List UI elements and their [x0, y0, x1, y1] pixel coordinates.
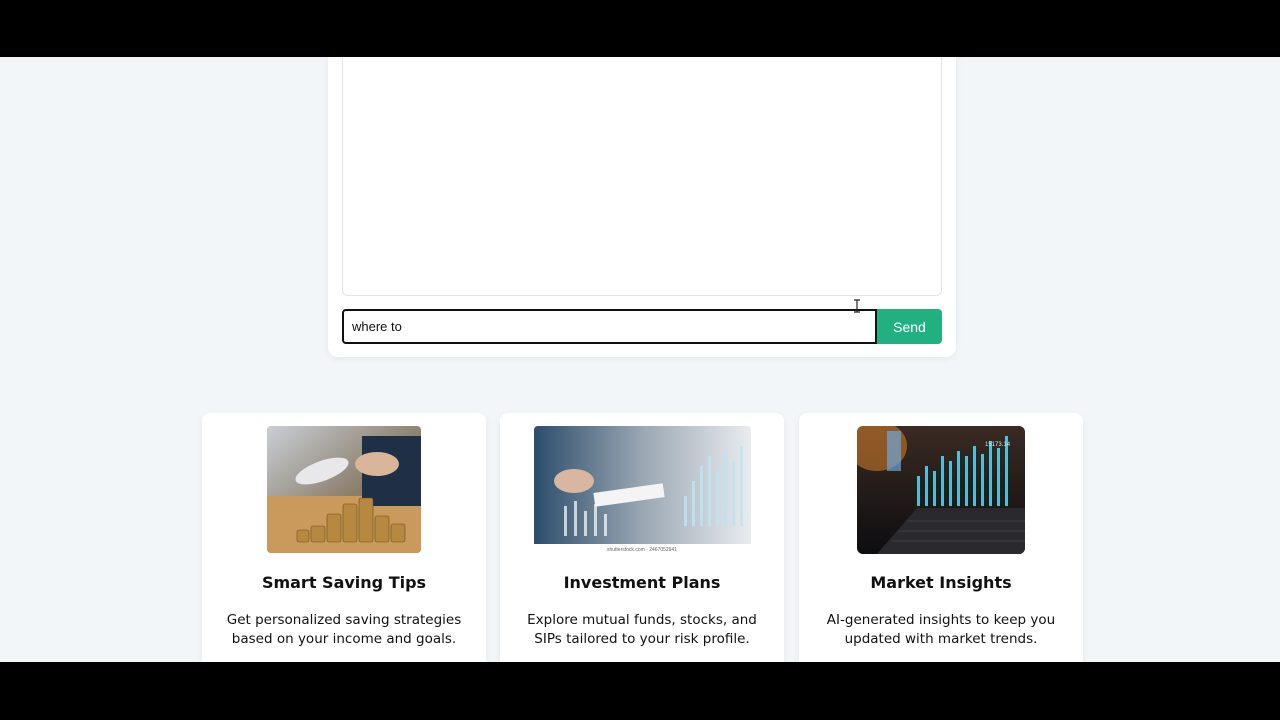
send-button[interactable]: Send	[877, 309, 942, 344]
card-investment-plans[interactable]: shutterstock.com · 2467052941 Investment…	[500, 413, 784, 662]
chat-panel: Send	[328, 57, 956, 357]
card-description: AI-generated insights to keep you update…	[826, 612, 1056, 647]
laptop-market-image: 15173.14	[857, 426, 1025, 554]
card-description: Explore mutual funds, stocks, and SIPs t…	[527, 612, 757, 647]
feature-cards: Smart Saving Tips Get personalized savin…	[202, 413, 1083, 662]
letterbox-bar-bottom	[0, 662, 1280, 720]
image-caption: shutterstock.com · 2467052941	[607, 547, 677, 553]
card-title: Investment Plans	[563, 573, 721, 592]
page-viewport: Send	[0, 57, 1280, 662]
card-description: Get personalized saving strategies based…	[226, 612, 462, 647]
laptop-market-chart-icon: 15173.14	[857, 426, 1025, 554]
card-market-insights[interactable]: 15173.14 Market Insights AI-generated in…	[799, 413, 1083, 662]
svg-text:15173.14: 15173.14	[985, 442, 1011, 448]
text-cursor-icon	[854, 299, 860, 313]
chat-input-row: Send	[342, 309, 942, 344]
coins-calculator-icon	[267, 426, 421, 553]
card-title: Smart Saving Tips	[261, 573, 427, 592]
card-title: Market Insights	[870, 573, 1012, 592]
coins-calculator-image	[267, 426, 421, 553]
investment-chart-image: shutterstock.com · 2467052941	[534, 426, 751, 554]
card-smart-saving[interactable]: Smart Saving Tips Get personalized savin…	[202, 413, 486, 662]
chat-input[interactable]	[342, 309, 877, 344]
investment-chart-icon: shutterstock.com · 2467052941	[534, 426, 751, 554]
chat-messages-area[interactable]	[342, 57, 942, 296]
